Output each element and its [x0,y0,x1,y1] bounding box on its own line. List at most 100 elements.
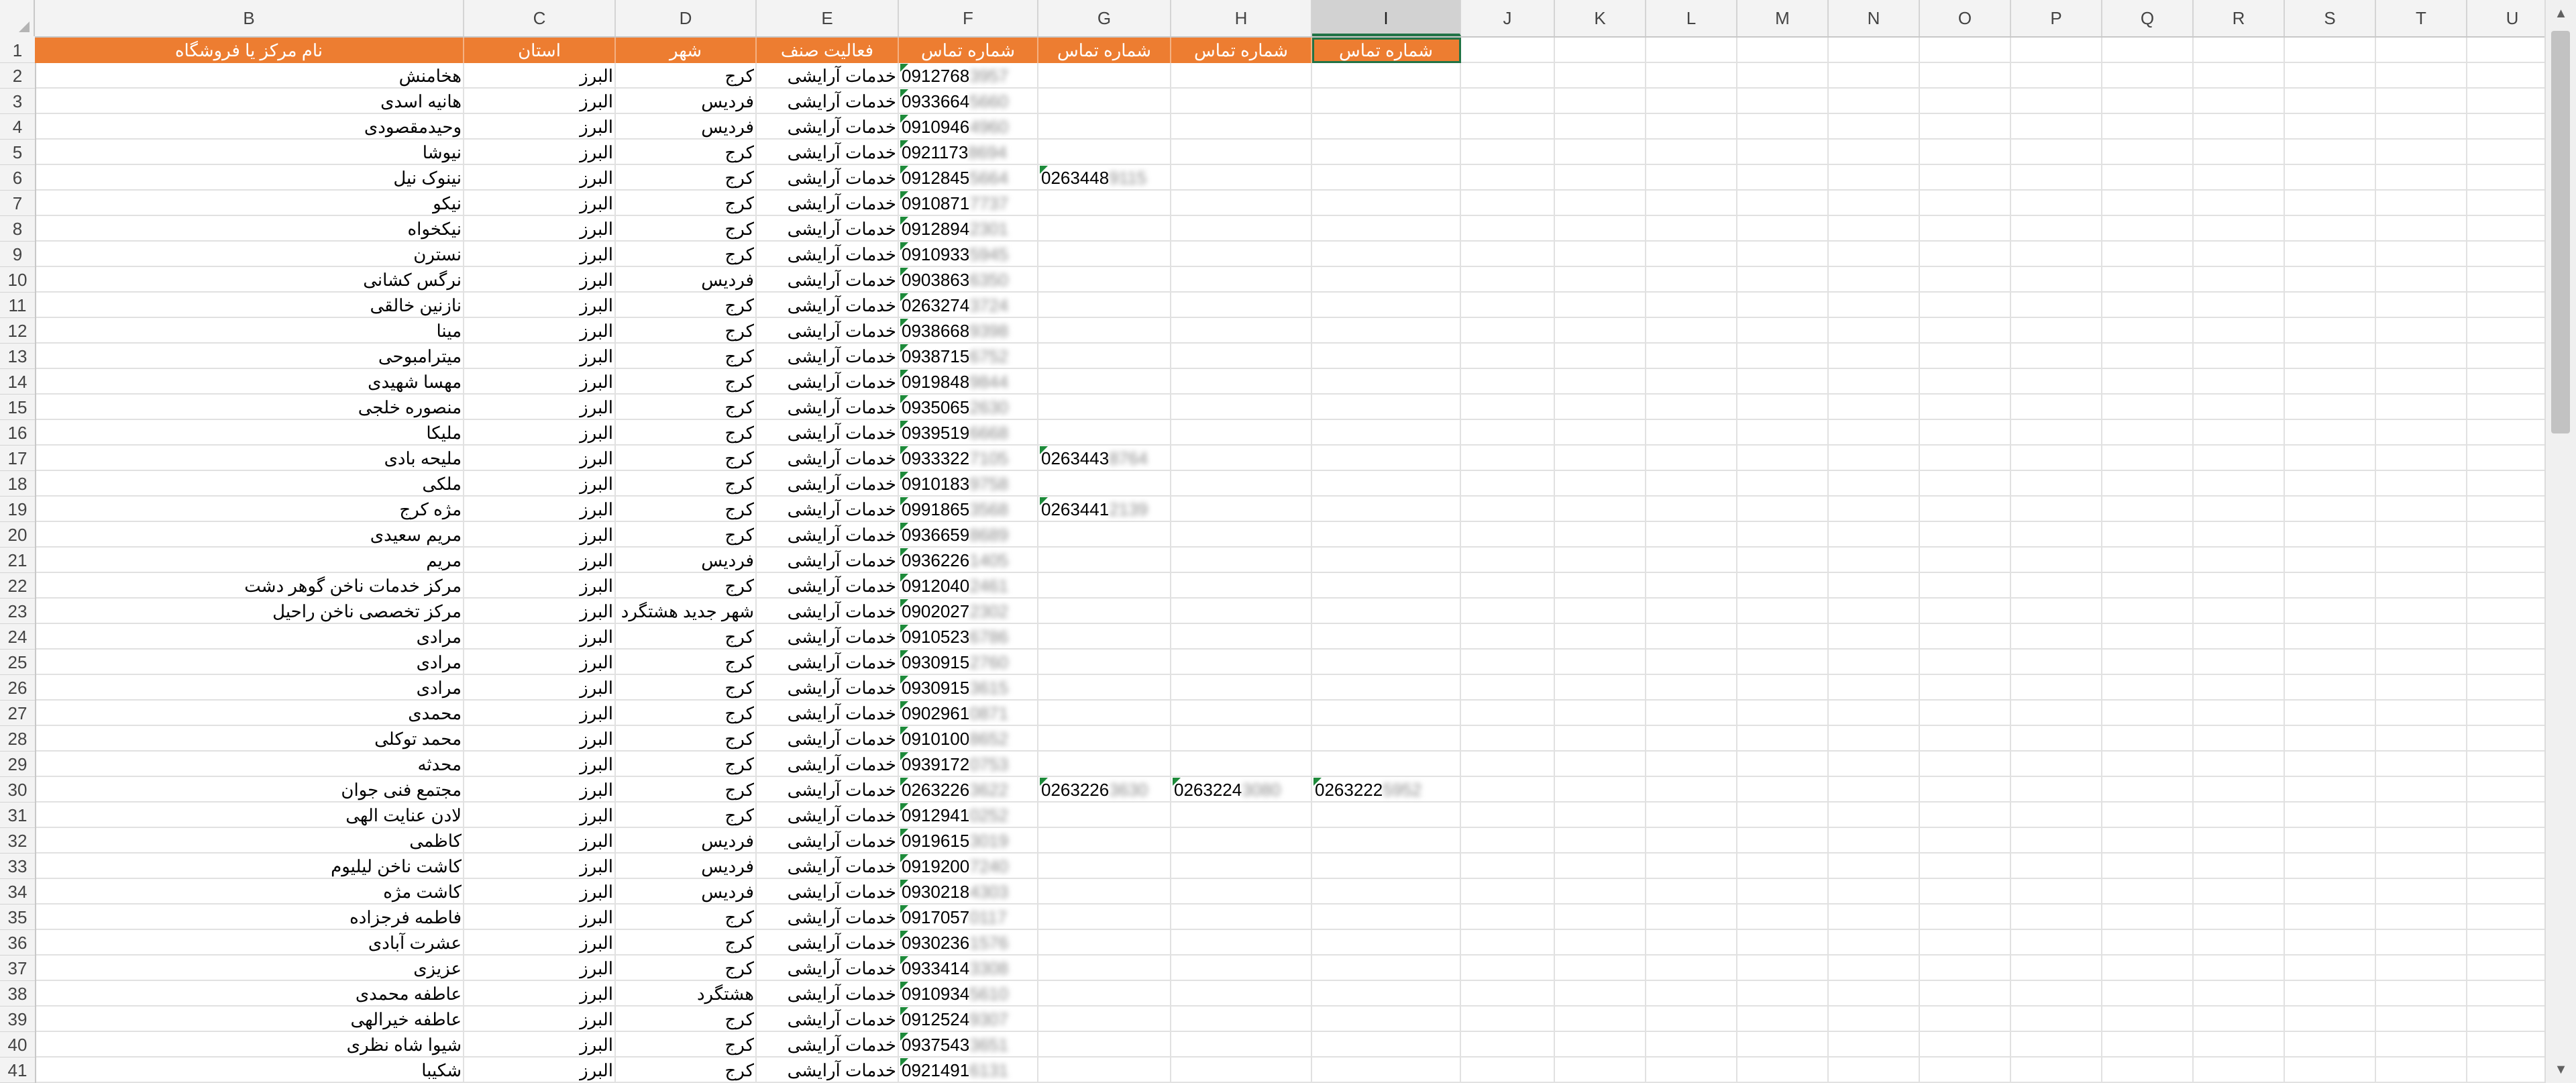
row-header[interactable]: 36 [0,930,35,956]
cell-city[interactable]: کرج [616,497,757,522]
cell-city[interactable]: کرج [616,63,757,89]
cell-phone[interactable]: 09129410252 [899,803,1038,828]
cell-phone[interactable]: 09029610871 [899,701,1038,726]
column-header-h[interactable]: H [1171,0,1312,36]
cell-phone[interactable]: 02632743724 [899,293,1038,318]
cell-activity[interactable]: خدمات آرایشی [757,879,899,905]
cell-province[interactable]: البرز [464,471,616,497]
row-header[interactable]: 37 [0,956,35,981]
cell-city[interactable]: شهر جدید هشتگرد [616,599,757,624]
column-header-c[interactable]: C [464,0,616,36]
cell-phone[interactable]: 09192007240 [899,854,1038,879]
cell-activity[interactable]: خدمات آرایشی [757,293,899,318]
cell-city[interactable]: کرج [616,446,757,471]
cell-phone[interactable]: 09198489844 [899,369,1038,395]
row-header[interactable]: 34 [0,879,35,905]
cell-province[interactable]: البرز [464,191,616,216]
cell-province[interactable]: البرز [464,956,616,981]
cell-phone[interactable]: 09918653568 [899,497,1038,522]
cell-activity[interactable]: خدمات آرایشی [757,1007,899,1032]
row-header[interactable]: 27 [0,701,35,726]
cell-city[interactable]: فردیس [616,828,757,854]
cell-city[interactable]: کرج [616,701,757,726]
row-header[interactable]: 1 [0,38,35,63]
cell-name[interactable]: کاشت ناخن لیلیوم [35,854,464,879]
column-header-r[interactable]: R [2194,0,2285,36]
cell-activity[interactable]: خدمات آرایشی [757,599,899,624]
cell-activity[interactable]: خدمات آرایشی [757,318,899,344]
cell-phone[interactable]: 09120402461 [899,573,1038,599]
cell-phone[interactable]: 09362261405 [899,548,1038,573]
row-header[interactable]: 31 [0,803,35,828]
column-header-i[interactable]: I [1312,0,1461,36]
header-cell-c[interactable]: استان [464,38,616,63]
cell-phone[interactable]: 09386689398 [899,318,1038,344]
cell-name[interactable]: فاطمه فرجزاده [35,905,464,930]
cell-phone[interactable]: 02632263622 [899,777,1038,803]
column-header-f[interactable]: F [899,0,1038,36]
cell-activity[interactable]: خدمات آرایشی [757,930,899,956]
cell-activity[interactable]: خدمات آرایشی [757,395,899,420]
cell-city[interactable]: کرج [616,216,757,242]
cell-province[interactable]: البرز [464,573,616,599]
row-header[interactable]: 35 [0,905,35,930]
cell-city[interactable]: کرج [616,650,757,675]
cell-phone[interactable]: 09391720753 [899,752,1038,777]
cell-name[interactable]: نینوک نیل [35,165,464,191]
cell-activity[interactable]: خدمات آرایشی [757,89,899,114]
row-header[interactable]: 15 [0,395,35,420]
cell-province[interactable]: البرز [464,854,616,879]
header-cell-e[interactable]: فعالیت صنف [757,38,899,63]
cell-province[interactable]: البرز [464,981,616,1007]
row-header[interactable]: 33 [0,854,35,879]
cell-name[interactable]: عشرت آبادی [35,930,464,956]
cell-activity[interactable]: خدمات آرایشی [757,114,899,140]
cell-activity[interactable]: خدمات آرایشی [757,216,899,242]
cell-city[interactable]: کرج [616,293,757,318]
row-header[interactable]: 4 [0,114,35,140]
cell-city[interactable]: فردیس [616,854,757,879]
cell-province[interactable]: البرز [464,497,616,522]
row-header[interactable]: 24 [0,624,35,650]
cell-province[interactable]: البرز [464,650,616,675]
cell-phone[interactable]: 09109335945 [899,242,1038,267]
column-header-m[interactable]: M [1737,0,1829,36]
cell-phone[interactable]: 09302184303 [899,879,1038,905]
select-all-corner[interactable] [0,0,35,36]
column-header-g[interactable]: G [1038,0,1171,36]
cell-phone[interactable]: 02634489115 [1038,165,1171,191]
cell-name[interactable]: کاظمی [35,828,464,854]
cell-phone[interactable]: 09214916131 [899,1058,1038,1083]
cell-city[interactable]: کرج [616,777,757,803]
cell-province[interactable]: البرز [464,752,616,777]
cell-activity[interactable]: خدمات آرایشی [757,675,899,701]
row-header[interactable]: 13 [0,344,35,369]
column-header-t[interactable]: T [2376,0,2467,36]
cell-name[interactable]: مریم سعیدی [35,522,464,548]
column-header-d[interactable]: D [616,0,757,36]
cell-activity[interactable]: خدمات آرایشی [757,446,899,471]
cell-activity[interactable]: خدمات آرایشی [757,981,899,1007]
cell-activity[interactable]: خدمات آرایشی [757,497,899,522]
cell-phone[interactable]: 02632225952 [1312,777,1461,803]
cell-name[interactable]: نیکخواه [35,216,464,242]
cell-activity[interactable]: خدمات آرایشی [757,267,899,293]
row-header[interactable]: 21 [0,548,35,573]
cell-city[interactable]: کرج [616,1007,757,1032]
header-cell-i[interactable]: شماره تماس [1312,38,1461,63]
cell-activity[interactable]: خدمات آرایشی [757,140,899,165]
cell-city[interactable]: کرج [616,803,757,828]
row-header[interactable]: 40 [0,1032,35,1058]
column-header-u[interactable]: U [2467,0,2546,36]
cell-city[interactable]: کرج [616,369,757,395]
column-header-k[interactable]: K [1555,0,1646,36]
cell-province[interactable]: البرز [464,1058,616,1083]
cell-phone[interactable]: 09109464960 [899,114,1038,140]
cell-name[interactable]: نرگس کشانی [35,267,464,293]
cell-phone[interactable]: 09108717737 [899,191,1038,216]
row-header[interactable]: 5 [0,140,35,165]
cell-name[interactable]: نازنین خالقی [35,293,464,318]
cell-province[interactable]: البرز [464,879,616,905]
cell-phone[interactable]: 09395196668 [899,420,1038,446]
cell-province[interactable]: البرز [464,89,616,114]
